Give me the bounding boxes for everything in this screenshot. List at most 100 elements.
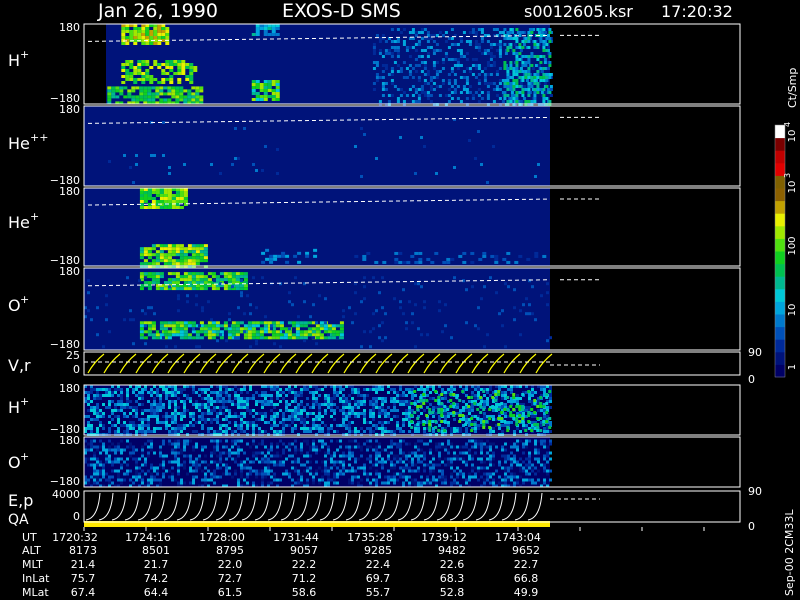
heat-cell [143,200,148,203]
heat-cell [159,463,162,467]
heat-cell [168,424,171,427]
heat-cell [295,333,300,337]
heat-cell [438,451,441,455]
heat-cell [275,92,280,95]
heat-cell [258,442,261,446]
heat-cell [108,457,111,461]
heat-cell [530,79,534,82]
heat-cell [549,451,552,455]
y-min-tick: 0 [73,363,80,376]
colorbar-swatch [775,339,785,353]
heat-cell [515,79,519,82]
heat-cell [408,481,411,485]
heat-cell [138,478,141,482]
heat-cell [330,409,333,412]
heat-cell [156,478,159,482]
heat-cell [177,466,180,470]
heat-cell [168,442,171,446]
heat-cell [459,451,462,455]
heat-cell [465,415,468,418]
heat-cell [345,445,348,449]
heat-cell [360,345,363,349]
heat-cell [150,412,153,415]
heat-cell [300,451,303,455]
heat-cell [171,418,174,421]
heat-cell [450,85,454,88]
heat-cell [145,27,150,30]
heat-cell [527,88,531,91]
heat-cell [123,424,126,427]
heat-cell [372,463,375,467]
heat-cell [486,73,490,76]
heat-cell [399,394,402,397]
heat-cell [510,400,513,403]
heat-cell [138,466,141,470]
heat-cell [527,411,531,414]
heat-cell [102,442,105,446]
heat-cell [549,457,552,461]
heat-cell [129,75,134,78]
heat-cell [530,85,534,88]
heat-cell [462,31,466,34]
heat-cell [252,439,255,443]
heat-cell [203,281,208,285]
heat-cell [195,247,200,251]
heat-cell [513,481,516,485]
heat-cell [175,253,180,257]
heat-cell [141,418,144,421]
heat-cell [123,448,126,452]
heat-cell [309,430,312,433]
heat-cell [243,336,248,340]
colorbar-swatch [775,288,785,302]
heat-cell [372,82,376,85]
heat-cell [201,448,204,452]
heat-cell [434,399,438,402]
heat-cell [87,421,90,424]
heat-cell [171,475,174,479]
heat-cell [174,406,177,409]
heat-cell [159,427,162,430]
heat-cell [204,412,207,415]
heat-cell [513,442,516,446]
heat-cell [264,394,267,397]
heat-cell [378,40,382,43]
heat-cell [372,276,375,280]
heat-cell [252,415,255,418]
heat-cell [542,420,546,423]
heat-cell [315,451,318,455]
heat-cell [542,254,547,258]
heat-cell [300,427,303,430]
heat-cell [321,388,324,391]
heat-cell [93,397,96,400]
heat-cell [141,78,146,81]
heat-cell [504,52,508,55]
heat-cell [387,52,391,55]
heat-cell [483,454,486,458]
heat-cell [536,423,540,426]
heat-cell [545,393,549,396]
heat-cell [498,49,502,52]
heat-cell [231,442,234,446]
heat-cell [462,457,465,461]
heat-cell [177,391,180,394]
heat-cell [390,418,393,421]
heat-cell [121,69,126,72]
heat-cell [489,430,492,433]
heat-cell [321,469,324,473]
heat-cell [189,454,192,458]
heat-cell [87,481,90,485]
heat-cell [336,460,339,464]
heat-cell [381,427,384,430]
heat-cell [133,81,138,84]
heat-cell [155,256,160,260]
heat-cell [468,457,471,461]
heat-cell [161,78,166,81]
heat-cell [264,454,267,458]
heat-cell [342,403,345,406]
heat-cell [507,454,510,458]
heat-cell [515,52,519,55]
heat-cell [282,418,285,421]
heat-cell [93,412,96,415]
heat-cell [503,94,507,97]
heat-cell [417,469,420,473]
